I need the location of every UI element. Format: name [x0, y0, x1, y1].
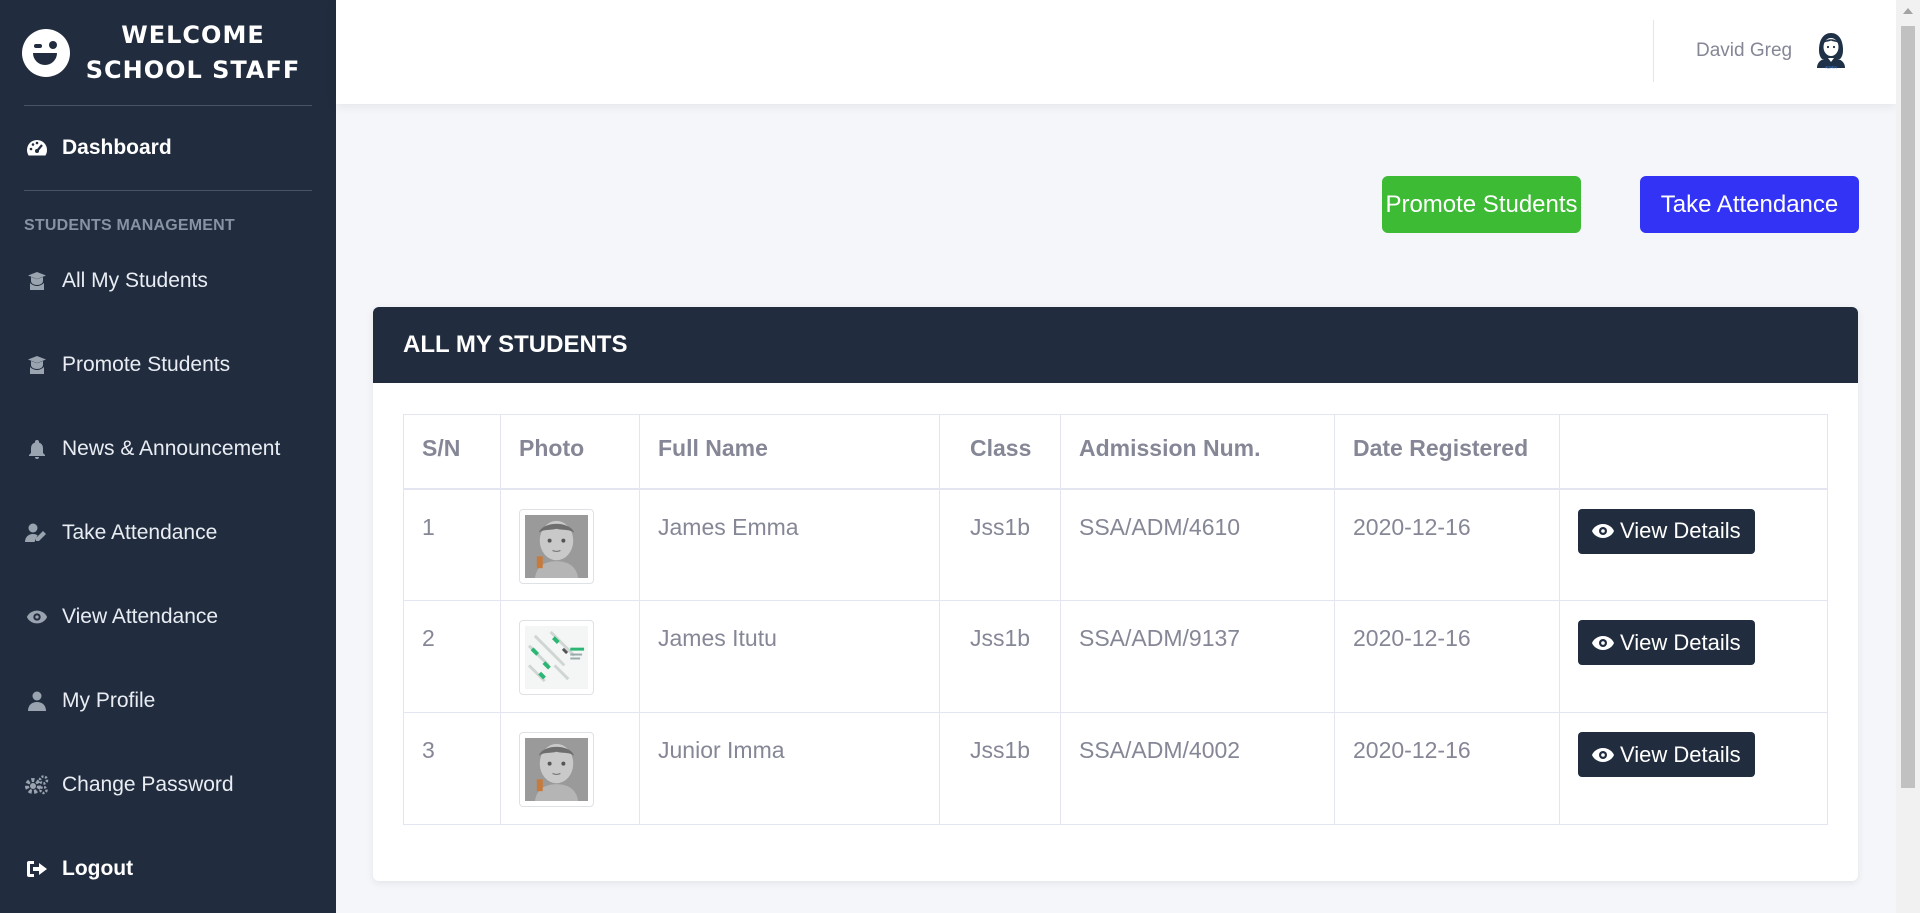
cell-date-registered: 2020-12-16	[1334, 488, 1560, 601]
view-details-label: View Details	[1620, 741, 1741, 767]
cell-class: Jss1b	[939, 712, 1061, 825]
page-scrollbar[interactable]	[1896, 0, 1920, 913]
sidebar-item-label: News & Announcement	[62, 437, 281, 460]
view-details-button[interactable]: View Details	[1578, 620, 1755, 665]
student-photo[interactable]	[519, 732, 594, 807]
user-icon	[24, 690, 49, 712]
cell-date-registered: 2020-12-16	[1334, 712, 1560, 825]
wink-face-icon	[22, 28, 70, 77]
column-header-photo[interactable]: Photo	[500, 414, 640, 490]
sidebar-item-label: Logout	[62, 857, 134, 880]
user-name[interactable]: David Greg	[1696, 40, 1792, 62]
view-details-button[interactable]: View Details	[1578, 508, 1755, 554]
cell-admission-num: SSA/ADM/4002	[1060, 712, 1335, 825]
cell-full-name: Junior Imma	[639, 712, 940, 825]
sidebar-item-label: View Attendance	[62, 605, 219, 628]
view-details-label: View Details	[1620, 518, 1741, 543]
child-portrait-image	[525, 738, 588, 801]
sidebar-item-label: Dashboard	[62, 136, 172, 159]
cell-sn: 1	[403, 488, 501, 601]
cell-class: Jss1b	[939, 488, 1061, 601]
view-details-button[interactable]: View Details	[1578, 732, 1755, 777]
column-header-sn[interactable]: S/N	[403, 414, 501, 490]
column-header-admission-num[interactable]: Admission Num.	[1060, 414, 1335, 490]
scrollbar-thumb[interactable]	[1901, 26, 1915, 788]
sidebar-item-view-attendance[interactable]: View Attendance	[0, 575, 336, 659]
column-header-actions	[1559, 414, 1828, 490]
cell-photo	[500, 488, 640, 601]
eye-icon	[1591, 635, 1615, 651]
sidebar-item-take-attendance[interactable]: Take Attendance	[0, 491, 336, 575]
column-header-date-registered[interactable]: Date Registered	[1334, 414, 1560, 490]
cell-admission-num: SSA/ADM/9137	[1060, 600, 1335, 713]
column-header-class[interactable]: Class	[939, 414, 1061, 490]
tachometer-icon	[24, 137, 49, 159]
view-details-label: View Details	[1620, 629, 1741, 655]
topbar-divider	[1653, 20, 1654, 82]
cell-action: View Details	[1559, 488, 1828, 601]
sidebar-item-promote-students[interactable]: Promote Students	[0, 323, 336, 407]
eye-icon	[1591, 747, 1615, 763]
sidebar-item-label: My Profile	[62, 689, 156, 712]
sidebar-item-label: All My Students	[62, 269, 208, 292]
bell-icon	[24, 438, 49, 460]
cell-action: View Details	[1559, 600, 1828, 713]
table-row: 3 Junior Imma Jss1b SSA/ADM/4002 2020-12…	[403, 712, 1828, 825]
brand-title: WELCOME SCHOOL STAFF	[85, 20, 301, 84]
sign-out-icon	[24, 858, 49, 880]
topbar: David Greg ADMIN	[336, 0, 1896, 104]
student-photo[interactable]	[519, 620, 594, 695]
students-table: S/N Photo Full Name Class Admission Num.…	[403, 414, 1828, 825]
cell-action: View Details	[1559, 712, 1828, 825]
column-header-full-name[interactable]: Full Name	[639, 414, 940, 490]
scroll-up-arrow-icon[interactable]	[1903, 8, 1913, 14]
student-photo[interactable]	[519, 508, 594, 584]
sidebar-item-my-profile[interactable]: My Profile	[0, 659, 336, 743]
sidebar-item-news-announcement[interactable]: News & Announcement	[0, 407, 336, 491]
sidebar: WELCOME SCHOOL STAFF Dashboard STUDENTS …	[0, 0, 336, 913]
students-table-wrap: S/N Photo Full Name Class Admission Num.…	[403, 414, 1828, 825]
card-title: ALL MY STUDENTS	[373, 307, 1858, 383]
promote-students-button[interactable]: Promote Students	[1382, 176, 1581, 233]
avatar-label: ADMIN	[1825, 66, 1837, 70]
cell-full-name: James Itutu	[639, 600, 940, 713]
user-edit-icon	[24, 522, 49, 544]
cogs-icon	[24, 774, 49, 796]
graduation-icon	[24, 270, 49, 292]
cell-admission-num: SSA/ADM/4610	[1060, 488, 1335, 601]
take-attendance-button[interactable]: Take Attendance	[1640, 176, 1859, 233]
students-card: ALL MY STUDENTS S/N Photo Full Name Clas…	[373, 307, 1858, 881]
document-graphic-image	[525, 626, 588, 689]
cell-photo	[500, 712, 640, 825]
sidebar-item-change-password[interactable]: Change Password	[0, 743, 336, 827]
table-row: 2 James Itutu Jss1b SSA/ADM/9137 2020-12…	[403, 600, 1828, 713]
table-row: 1 James Emma Jss1b SSA/ADM/4610 2020-12-…	[403, 488, 1828, 601]
brand[interactable]: WELCOME SCHOOL STAFF	[0, 0, 336, 105]
cell-photo	[500, 600, 640, 713]
avatar[interactable]: ADMIN	[1813, 30, 1849, 70]
sidebar-section-heading: STUDENTS MANAGEMENT	[24, 217, 235, 234]
eye-icon	[1591, 523, 1615, 539]
cell-sn: 2	[403, 600, 501, 713]
table-header-row: S/N Photo Full Name Class Admission Num.…	[403, 414, 1828, 490]
cell-class: Jss1b	[939, 600, 1061, 713]
sidebar-item-label: Change Password	[62, 773, 234, 796]
cell-date-registered: 2020-12-16	[1334, 600, 1560, 713]
cell-full-name: James Emma	[639, 488, 940, 601]
child-portrait-image	[525, 514, 588, 578]
cell-sn: 3	[403, 712, 501, 825]
graduation-icon	[24, 354, 49, 376]
sidebar-item-label: Take Attendance	[62, 521, 218, 544]
sidebar-item-label: Promote Students	[62, 353, 231, 376]
eye-icon	[24, 606, 49, 628]
sidebar-item-logout[interactable]: Logout	[0, 827, 336, 911]
sidebar-item-dashboard[interactable]: Dashboard	[0, 106, 336, 190]
sidebar-item-all-my-students[interactable]: All My Students	[0, 239, 336, 323]
